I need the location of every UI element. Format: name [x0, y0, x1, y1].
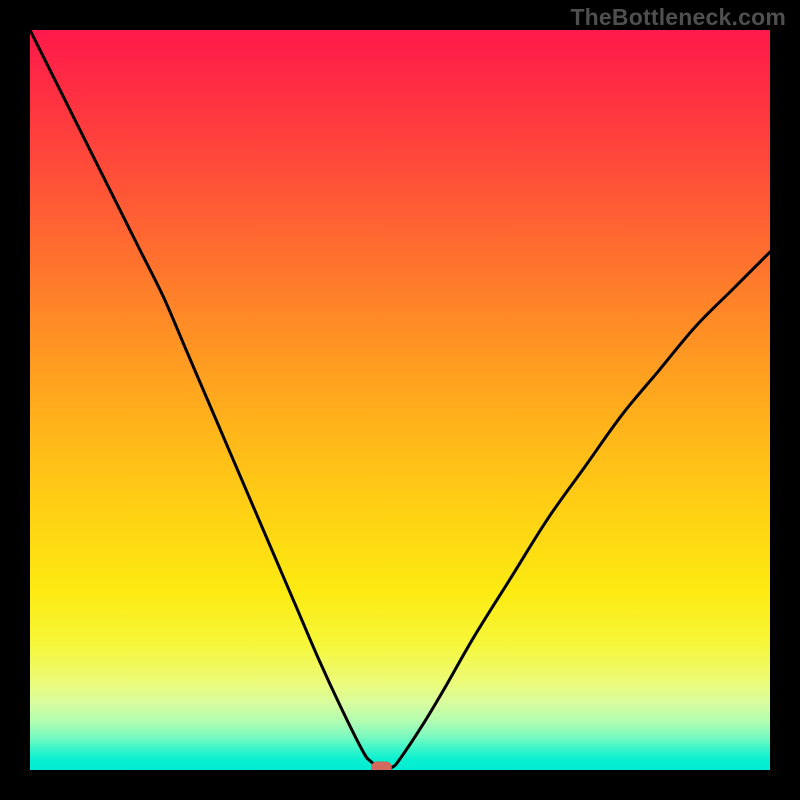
minimum-marker: [372, 762, 392, 770]
plot-area: [30, 30, 770, 770]
chart-frame: TheBottleneck.com: [0, 0, 800, 800]
chart-svg: [30, 30, 770, 770]
watermark-text: TheBottleneck.com: [570, 4, 786, 31]
bottleneck-curve: [30, 30, 770, 769]
